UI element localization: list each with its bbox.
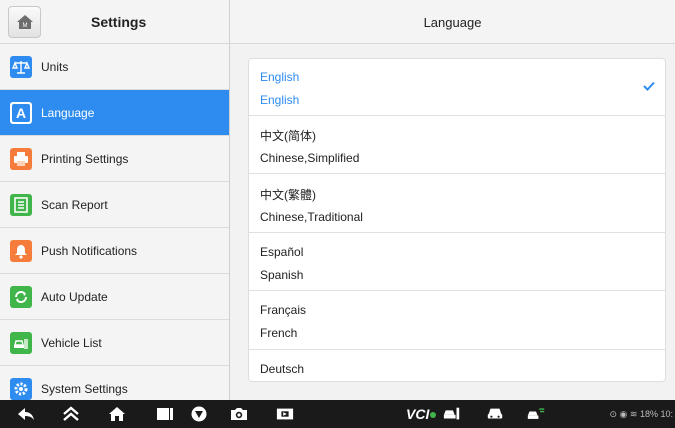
sidebar-item-auto-update[interactable]: Auto Update bbox=[0, 274, 229, 320]
sidebar-item-label: Vehicle List bbox=[41, 335, 102, 350]
home-button[interactable]: M bbox=[8, 6, 41, 38]
sidebar-item-label: Push Notifications bbox=[41, 243, 138, 258]
language-header: Language bbox=[230, 0, 675, 44]
language-english-name: Chinese,Simplified bbox=[260, 151, 360, 165]
vehicle-diagnostics-icon[interactable] bbox=[443, 405, 461, 423]
page-title: Settings bbox=[91, 14, 147, 30]
language-native-name: Español bbox=[260, 245, 304, 259]
back-icon[interactable] bbox=[17, 405, 35, 423]
sidebar-item-label: Scan Report bbox=[41, 197, 108, 212]
scale-icon bbox=[10, 55, 32, 78]
settings-header: M Settings bbox=[0, 0, 230, 44]
vci-button[interactable]: VCI bbox=[406, 406, 437, 422]
language-native-name: Deutsch bbox=[260, 362, 305, 376]
recent-apps-icon[interactable] bbox=[156, 405, 174, 423]
printer-icon bbox=[10, 147, 32, 170]
sidebar-item-push-notifications[interactable]: Push Notifications bbox=[0, 228, 229, 274]
vehicle-list-icon bbox=[10, 331, 32, 354]
home-icon[interactable] bbox=[108, 405, 126, 423]
bottom-navigation-bar: VCI ⊙ ◉ ≋ 18% 10: bbox=[0, 400, 675, 428]
wifi-icon: ≋ bbox=[629, 409, 638, 419]
settings-sidebar: Units A Language Printing Settings Scan … bbox=[0, 44, 230, 412]
language-list: English English 中文(简体) Chinese,Simplifie… bbox=[248, 58, 666, 382]
report-icon bbox=[10, 193, 32, 216]
language-english-name: Spanish bbox=[260, 268, 304, 282]
sidebar-item-label: Units bbox=[41, 59, 69, 74]
bell-icon bbox=[10, 239, 32, 262]
language-option-french[interactable]: Français French bbox=[249, 291, 665, 350]
language-option-chinese-traditional[interactable]: 中文(繁體) Chinese,Traditional bbox=[249, 174, 665, 233]
browser-icon[interactable] bbox=[190, 405, 208, 423]
screen-capture-icon[interactable] bbox=[276, 405, 294, 423]
location-icon: ⊙ bbox=[609, 409, 618, 419]
camera-icon[interactable] bbox=[230, 405, 248, 423]
sidebar-item-language[interactable]: A Language bbox=[0, 90, 229, 136]
language-option-spanish[interactable]: Español Spanish bbox=[249, 233, 665, 291]
sidebar-item-label: Language bbox=[41, 105, 95, 120]
refresh-icon bbox=[10, 285, 32, 308]
language-option-german[interactable]: Deutsch bbox=[249, 350, 665, 381]
gear-icon bbox=[10, 377, 32, 400]
language-native-name: English bbox=[260, 70, 300, 84]
remote-connect-icon[interactable] bbox=[527, 405, 545, 423]
sidebar-item-vehicle-list[interactable]: Vehicle List bbox=[0, 320, 229, 366]
sidebar-item-units[interactable]: Units bbox=[0, 44, 229, 90]
settings-status-icon: ◉ bbox=[619, 409, 628, 419]
language-option-english[interactable]: English English bbox=[249, 59, 665, 116]
language-native-name: 中文(繁體) bbox=[260, 188, 316, 202]
sidebar-item-label: Auto Update bbox=[41, 289, 108, 304]
home-icon: M bbox=[16, 15, 33, 29]
home-up-icon[interactable] bbox=[62, 405, 80, 423]
language-option-chinese-simplified[interactable]: 中文(简体) Chinese,Simplified bbox=[249, 116, 665, 174]
language-icon: A bbox=[10, 101, 32, 124]
sidebar-item-scan-report[interactable]: Scan Report bbox=[0, 182, 229, 228]
svg-text:M: M bbox=[22, 23, 27, 29]
language-english-name: Chinese,Traditional bbox=[260, 210, 363, 224]
language-english-name: English bbox=[260, 93, 300, 107]
checkmark-icon bbox=[643, 81, 655, 91]
language-native-name: Français bbox=[260, 303, 307, 317]
section-title: Language bbox=[423, 15, 482, 30]
language-english-name: French bbox=[260, 326, 298, 340]
status-bar: ⊙ ◉ ≋ 18% 10: bbox=[609, 409, 673, 420]
sidebar-item-label: Printing Settings bbox=[41, 151, 129, 166]
car-icon[interactable] bbox=[486, 405, 504, 423]
sidebar-item-label: System Settings bbox=[41, 381, 128, 396]
language-native-name: 中文(简体) bbox=[260, 129, 316, 143]
battery-status: 18% 10: bbox=[639, 409, 673, 419]
sidebar-item-printing-settings[interactable]: Printing Settings bbox=[0, 136, 229, 182]
